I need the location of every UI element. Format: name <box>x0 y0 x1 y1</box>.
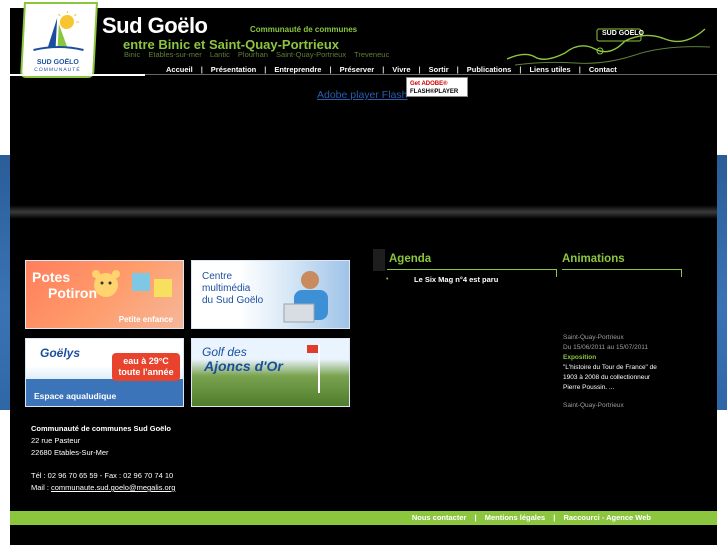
footer-link-mentions[interactable]: Mentions légales <box>485 513 545 522</box>
golf-flag-icon <box>307 345 318 353</box>
footer-mail-label: Mail : <box>31 483 52 492</box>
site-tagline: Communauté de communes <box>250 25 358 34</box>
tile-centre-line2: multimédia <box>202 283 251 294</box>
nav-sortir[interactable]: Sortir <box>421 65 457 74</box>
town-list: Binic Etables-sur-mer Lantic Plourhan Sa… <box>124 50 395 59</box>
nav-entreprendre[interactable]: Entreprendre <box>266 65 329 74</box>
main-nav: Accueil | Présentation | Entreprendre | … <box>158 63 625 75</box>
footer-address: Communauté de communes Sud Goëlo 22 rue … <box>31 423 175 494</box>
agenda-heading: Agenda <box>389 253 432 265</box>
animation-description-line: 1903 à 2008 du collectionneur <box>563 374 651 381</box>
agenda-underline-tick <box>556 269 557 277</box>
footer-mail-row: Mail : communaute.sud.goelo@megalis.org <box>31 482 175 494</box>
tile-goelys-badge-line1: eau à 29°C <box>123 356 169 366</box>
tile-potes-line1: Potes <box>32 269 71 285</box>
agenda-marker <box>373 249 385 271</box>
animation-category: Exposition <box>563 354 597 361</box>
footer-links: Nous contacter | Mentions légales | Racc… <box>412 513 651 522</box>
nav-contact[interactable]: Contact <box>581 65 625 74</box>
logo-text: SUD GOËLO <box>36 59 80 66</box>
town-saint-quay: Saint-Quay-Portrieux <box>276 50 347 59</box>
flash-badge-line2: FLASH®PLAYER <box>410 89 459 95</box>
nav-liens-utiles[interactable]: Liens utiles <box>521 65 578 74</box>
logo-subtext: COMMUNAUTÉ <box>34 67 81 73</box>
animation-dates: Du 15/06/2011 au 15/07/2011 <box>563 344 649 351</box>
flash-player-link[interactable]: Adobe player Flash <box>317 89 407 101</box>
tile-centre-line3: du Sud Goëlo <box>202 295 264 306</box>
footer-street: 22 rue Pasteur <box>31 436 81 445</box>
tile-goelys-badge-line2: toute l'année <box>118 367 174 377</box>
town-plourhan: Plourhan <box>237 50 268 59</box>
footer-org: Communauté de communes Sud Goëlo <box>31 424 172 433</box>
nav-presentation[interactable]: Présentation <box>203 65 264 74</box>
site-logo[interactable]: SUD GOËLO COMMUNAUTÉ <box>20 2 98 78</box>
animations-heading: Animations <box>562 253 625 265</box>
toy-blocks-icon <box>132 273 172 297</box>
flash-banner-area <box>10 108 717 208</box>
nav-preserver[interactable]: Préserver <box>332 65 383 74</box>
agenda-item[interactable]: Le Six Mag n°4 est paru <box>414 275 498 284</box>
nav-vivre[interactable]: Vivre <box>384 65 418 74</box>
tile-potes-potiron[interactable]: Potes Potiron Petite enfance <box>25 260 184 329</box>
tile-goelys[interactable]: Goëlys eau à 29°C toute l'année Espace a… <box>25 338 184 407</box>
tile-golf-line2: Ajoncs d'Or <box>204 358 283 374</box>
footer-link-agence[interactable]: Raccourci - Agence Web <box>563 513 651 522</box>
town-treveneuc: Treveneuc <box>354 50 390 59</box>
town-etables: Etables-sur-mer <box>148 50 202 59</box>
page-container: SUD GOËLO COMMUNAUTÉ Sud Goëlo Communaut… <box>10 2 717 545</box>
footer-separator: | <box>553 513 556 522</box>
nav-accent-line <box>10 74 145 76</box>
tile-centre-line1: Centre <box>202 271 233 282</box>
footer-phone: Tél : 02 96 70 65 59 - Fax : 02 96 70 74… <box>31 471 174 480</box>
teddy-bear-icon <box>92 270 120 297</box>
footer-mail-link[interactable]: communaute.sud.goelo@megalis.org <box>51 483 175 492</box>
town-lantic: Lantic <box>209 50 230 59</box>
animation-next-location: Saint-Quay-Portrieux <box>563 402 624 409</box>
animations-underline <box>562 269 682 270</box>
golf-flag-pole-icon <box>318 345 320 393</box>
tile-golf-line1: Golf des <box>202 345 247 359</box>
tile-potes-subtitle: Petite enfance <box>118 315 173 324</box>
map-label: SUD GOËLO <box>602 30 645 37</box>
animation-description-line: Pierre Poussin. ... <box>563 384 615 391</box>
animations-ticker[interactable]: Saint-Quay-Portrieux Du 15/06/2011 au 15… <box>563 333 678 411</box>
site-title: Sud Goëlo <box>102 13 208 38</box>
tile-centre-multimedia[interactable]: Centre multimédia du Sud Goëlo <box>191 260 350 329</box>
nav-accueil[interactable]: Accueil <box>158 65 201 74</box>
tile-golf[interactable]: Golf des Ajoncs d'Or <box>191 338 350 407</box>
animation-description-line: "L'histoire du Tour de France" de <box>563 364 657 371</box>
nav-publications[interactable]: Publications <box>459 65 520 74</box>
bullet-icon: • <box>386 276 389 283</box>
tile-goelys-brand: Goëlys <box>40 346 81 360</box>
footer-link-contact[interactable]: Nous contacter <box>412 513 467 522</box>
person-with-laptop-icon <box>283 271 328 323</box>
flash-badge-line1: Get ADOBE® <box>410 81 448 87</box>
section-separator <box>10 205 717 219</box>
animation-location: Saint-Quay-Portrieux <box>563 334 624 341</box>
footer-separator: | <box>474 513 477 522</box>
town-binic: Binic <box>124 50 141 59</box>
agenda-underline <box>387 269 557 270</box>
tile-goelys-subtitle: Espace aqualudique <box>34 391 117 401</box>
get-flash-player-button[interactable]: Get ADOBE® FLASH®PLAYER <box>406 77 468 97</box>
footer-city: 22680 Etables-Sur-Mer <box>31 448 109 457</box>
animations-underline-tick <box>681 269 682 277</box>
sailboat-sun-icon <box>33 11 84 51</box>
tile-goelys-badge: eau à 29°C toute l'année <box>112 353 180 381</box>
